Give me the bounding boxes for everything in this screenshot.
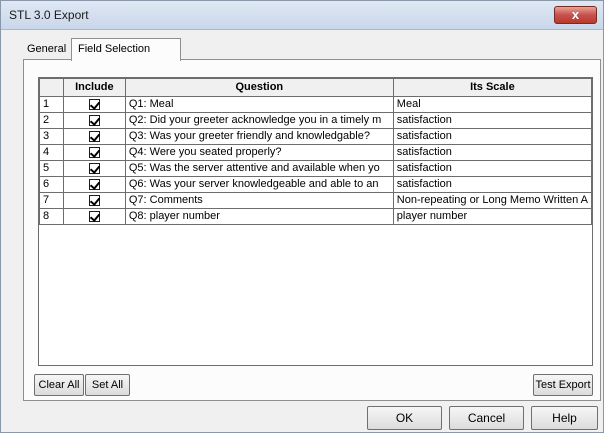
question-cell[interactable]: Q2: Did your greeter acknowledge you in … — [124, 112, 394, 129]
include-cell — [62, 144, 126, 161]
row-number-cell[interactable]: 7 — [39, 192, 64, 209]
cancel-button[interactable]: Cancel — [449, 406, 524, 430]
row-number-cell[interactable]: 4 — [39, 144, 64, 161]
field-selection-panel: Include Question Its Scale 1 Q1: Meal Meal… — [23, 59, 601, 401]
table-row[interactable]: 1 Q1: Meal Meal — [39, 96, 592, 113]
include-checkbox[interactable] — [88, 146, 100, 158]
row-number-cell[interactable]: 3 — [39, 128, 64, 145]
tab-general[interactable]: General — [21, 41, 71, 60]
scale-cell[interactable]: satisfaction — [392, 112, 592, 129]
header-question[interactable]: Question — [124, 78, 394, 97]
title-bar[interactable]: STL 3.0 Export x — [1, 1, 603, 30]
row-number-cell[interactable]: 2 — [39, 112, 64, 129]
table-row[interactable]: 5 Q5: Was the server attentive and availa… — [39, 160, 592, 177]
include-checkbox[interactable] — [88, 98, 100, 110]
table-row[interactable]: 2 Q2: Did your greeter acknowledge you in… — [39, 112, 592, 129]
include-cell — [62, 112, 126, 129]
question-cell[interactable]: Q4: Were you seated properly? — [124, 144, 394, 161]
row-number-cell[interactable]: 8 — [39, 208, 64, 225]
field-grid: Include Question Its Scale 1 Q1: Meal Meal… — [38, 77, 593, 366]
header-row-number — [39, 78, 64, 97]
include-checkbox[interactable] — [88, 178, 100, 190]
close-button[interactable]: x — [554, 6, 597, 24]
header-include[interactable]: Include — [62, 78, 126, 97]
table-row[interactable]: 3 Q3: Was your greeter friendly and knowl… — [39, 128, 592, 145]
include-cell — [62, 208, 126, 225]
include-checkbox[interactable] — [88, 210, 100, 222]
header-its-scale[interactable]: Its Scale — [392, 78, 592, 97]
include-cell — [62, 192, 126, 209]
row-number-cell[interactable]: 5 — [39, 160, 64, 177]
include-checkbox[interactable] — [88, 114, 100, 126]
window-title: STL 3.0 Export — [9, 8, 89, 22]
include-checkbox[interactable] — [88, 194, 100, 206]
scale-cell[interactable]: Meal — [392, 96, 592, 113]
export-dialog: STL 3.0 Export x General Field Selection… — [0, 0, 604, 433]
scale-cell[interactable]: player number — [392, 208, 592, 225]
include-checkbox[interactable] — [88, 162, 100, 174]
include-cell — [62, 160, 126, 177]
include-cell — [62, 96, 126, 113]
question-cell[interactable]: Q7: Comments — [124, 192, 394, 209]
question-cell[interactable]: Q8: player number — [124, 208, 394, 225]
clear-all-button[interactable]: Clear All — [34, 374, 84, 396]
set-all-button[interactable]: Set All — [85, 374, 130, 396]
row-number-cell[interactable]: 6 — [39, 176, 64, 193]
tab-field-selection[interactable]: Field Selection — [71, 38, 181, 61]
include-cell — [62, 128, 126, 145]
question-cell[interactable]: Q3: Was your greeter friendly and knowle… — [124, 128, 394, 145]
help-button[interactable]: Help — [531, 406, 598, 430]
row-number-cell[interactable]: 1 — [39, 96, 64, 113]
field-table: Include Question Its Scale 1 Q1: Meal Meal… — [39, 78, 592, 225]
close-icon: x — [571, 7, 580, 22]
scale-cell[interactable]: satisfaction — [392, 160, 592, 177]
scale-cell[interactable]: satisfaction — [392, 128, 592, 145]
include-checkbox[interactable] — [88, 130, 100, 142]
scale-cell[interactable]: satisfaction — [392, 144, 592, 161]
table-row[interactable]: 8 Q8: player number player number — [39, 208, 592, 225]
table-row[interactable]: 4 Q4: Were you seated properly? satisfacti… — [39, 144, 592, 161]
question-cell[interactable]: Q5: Was the server attentive and availab… — [124, 160, 394, 177]
scale-cell[interactable]: satisfaction — [392, 176, 592, 193]
question-cell[interactable]: Q1: Meal — [124, 96, 394, 113]
include-cell — [62, 176, 126, 193]
ok-button[interactable]: OK — [367, 406, 442, 430]
table-row[interactable]: 7 Q7: Comments Non-repeating or Long Memo … — [39, 192, 592, 209]
test-export-button[interactable]: Test Export — [533, 374, 593, 396]
table-header-row: Include Question Its Scale — [39, 78, 592, 97]
scale-cell[interactable]: Non-repeating or Long Memo Written A — [392, 192, 592, 209]
table-row[interactable]: 6 Q6: Was your server knowledgeable and a… — [39, 176, 592, 193]
question-cell[interactable]: Q6: Was your server knowledgeable and ab… — [124, 176, 394, 193]
